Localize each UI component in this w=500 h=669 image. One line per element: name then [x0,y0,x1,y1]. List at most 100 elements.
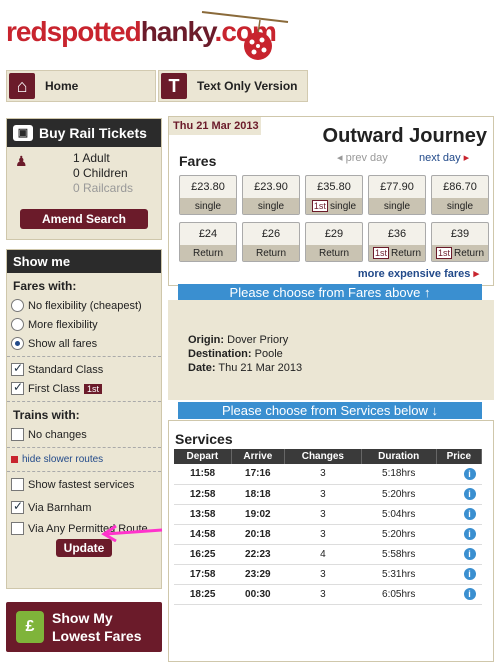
destination-value: Poole [254,348,283,360]
table-cell: 5:20hrs [361,484,437,505]
table-cell: 5:20hrs [361,524,437,545]
fare-button[interactable]: £36 1st Return [368,222,426,262]
fares-label: Fares [179,153,217,169]
fare-option-all[interactable]: Show all fares [11,337,161,350]
fare-button[interactable]: £39 1st Return [431,222,489,262]
show-fastest-option[interactable]: Show fastest services [11,478,161,491]
more-fares-link[interactable]: more expensive fares ▸ [358,267,479,280]
rail-tickets-title: Buy Rail Tickets [39,125,147,141]
fare-type: single [369,198,425,214]
fare-type: single [243,198,299,214]
info-icon[interactable]: i [463,488,476,500]
show-fastest-checkbox[interactable] [11,478,24,491]
fare-button[interactable]: £26 Return [242,222,300,262]
next-arrow-icon: ▸ [460,152,470,164]
info-icon[interactable]: i [463,548,476,560]
annotation-arrow-icon [101,524,163,542]
standard-class-checkbox[interactable] [11,361,24,376]
table-row[interactable]: 16:25 22:23 4 5:58hrs i [174,544,482,565]
standard-class-option[interactable]: Standard Class [11,361,161,376]
price-cell: i [436,564,482,585]
col-duration: Duration [361,449,437,464]
fare-option-more-flex[interactable]: More flexibility [11,318,161,331]
first-class-badge: 1st [372,247,389,259]
fare-type: 1st Return [369,245,425,261]
top-nav: ⌂ Home T Text Only Version [0,68,500,104]
no-changes-checkbox[interactable] [11,428,24,441]
next-day-link[interactable]: next day ▸ [419,151,469,164]
table-cell: 20:18 [231,524,285,545]
no-changes-option[interactable]: No changes [11,428,161,441]
fare-type-label: Return [255,247,286,259]
person-icon: ♟ [15,153,28,169]
price-cell: i [436,484,482,505]
fare-button[interactable]: £86.70 single [431,175,489,215]
table-cell: 13:58 [174,504,232,525]
price-cell: i [436,544,482,565]
prev-day-link[interactable]: ◂ prev day [337,151,388,164]
more-arrow-icon: ▸ [473,268,479,280]
first-class-option[interactable]: First Class1st [11,380,161,395]
fare-price: £26 [261,228,281,240]
fare-type-label: single [383,200,411,212]
lowest-fares-button[interactable]: £ Show My Lowest Fares [6,602,162,652]
text-only-button[interactable]: T Text Only Version [158,70,308,102]
fare-price: £35.80 [317,181,351,193]
via-barnham-checkbox[interactable] [11,499,24,514]
radio-no-flex[interactable] [11,299,24,312]
fare-price: £36 [387,228,407,240]
fare-type-label: Return [192,247,223,259]
via-barnham-option[interactable]: Via Barnham [11,499,161,514]
first-class-badge: 1st [83,383,102,394]
table-cell: 18:25 [174,584,232,605]
show-me-title: Show me [7,250,161,273]
table-row[interactable]: 17:58 23:29 3 5:31hrs i [174,564,482,585]
info-icon[interactable]: i [463,508,476,520]
home-button[interactable]: ⌂ Home [6,70,156,102]
table-row[interactable]: 11:58 17:16 3 5:18hrs i [174,464,482,485]
radio-more-flex[interactable] [11,318,24,331]
fare-type-label: single [446,200,474,212]
table-row[interactable]: 13:58 19:02 3 5:04hrs i [174,504,482,525]
table-cell: 3 [284,524,362,545]
lowest-fares-line1: Show My [52,610,113,626]
choose-services-bar[interactable]: Please choose from Services below ↓ [178,402,482,419]
info-icon[interactable]: i [463,568,476,580]
fare-type: 1st Return [432,245,488,261]
fare-type: 1st single [306,198,362,214]
fare-button[interactable]: £35.80 1st single [305,175,363,215]
fare-button[interactable]: £29 Return [305,222,363,262]
down-arrow-icon: ↓ [431,403,439,418]
table-cell: 14:58 [174,524,232,545]
table-row[interactable]: 18:25 00:30 3 6:05hrs i [174,584,482,605]
price-cell: i [436,584,482,605]
via-any-checkbox[interactable] [11,522,24,535]
amend-search-button[interactable]: Amend Search [20,209,148,229]
up-arrow-icon: ↑ [423,285,431,300]
table-cell: 5:18hrs [361,464,437,485]
col-changes: Changes [284,449,362,464]
minus-icon [11,456,18,463]
fares-panel: Thu 21 Mar 2013 Outward Journey Fares ◂ … [168,116,494,286]
info-icon[interactable]: i [463,467,476,480]
fare-button[interactable]: £24 Return [179,222,237,262]
fare-option-no-flex[interactable]: No flexibility (cheapest) [11,299,161,312]
choose-fares-bar[interactable]: Please choose from Fares above ↑ [178,284,482,301]
info-icon[interactable]: i [463,588,476,600]
table-cell: 17:58 [174,564,232,585]
lowest-fares-line2: Lowest Fares [52,628,142,644]
lowest-fares-text: Show My Lowest Fares [52,609,141,645]
passenger-summary: ♟ 1 Adult 0 Children 0 Railcards [7,147,161,203]
hide-slower-link[interactable]: hide slower routes [11,454,161,465]
first-class-checkbox[interactable] [11,380,24,395]
info-icon[interactable]: i [463,528,476,540]
fare-price: £39 [450,228,470,240]
radio-all-fares[interactable] [11,337,24,350]
fare-button[interactable]: £23.80 single [179,175,237,215]
table-row[interactable]: 12:58 18:18 3 5:20hrs i [174,484,482,505]
trains-with-label: Trains with: [13,408,80,422]
fare-button[interactable]: £23.90 single [242,175,300,215]
fare-button[interactable]: £77.90 single [368,175,426,215]
table-cell: 3 [284,584,362,605]
table-row[interactable]: 14:58 20:18 3 5:20hrs i [174,524,482,545]
